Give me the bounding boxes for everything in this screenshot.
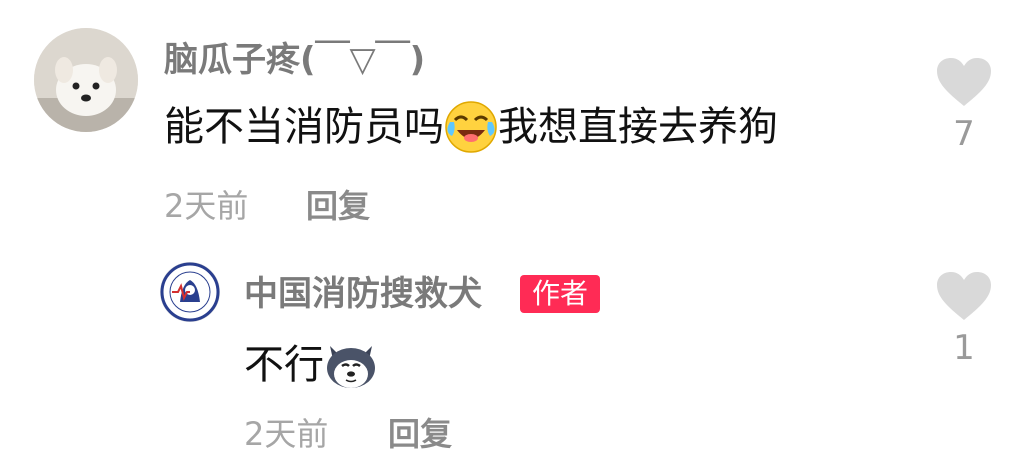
reply-like-count: 1	[953, 328, 975, 368]
husky-emoji-icon	[327, 346, 375, 388]
heart-icon	[937, 272, 991, 320]
reply-text-content: 不行	[244, 342, 324, 388]
reply-time: 2天前	[244, 415, 329, 453]
comment-text-after: 我想直接去养狗	[498, 104, 778, 150]
comment-like-count: 7	[953, 114, 975, 154]
reply-avatar[interactable]	[160, 262, 220, 322]
reply-username[interactable]: 中国消防搜救犬	[244, 274, 482, 314]
comment-time: 2天前	[164, 187, 249, 225]
comment-text: 能不当消防员吗 我想直接去养狗	[164, 100, 778, 154]
crying-laughing-emoji-icon	[445, 101, 497, 153]
comment-reply-button[interactable]: 回复	[306, 186, 370, 226]
reply-text: 不行	[244, 338, 378, 392]
dog-avatar-icon	[34, 28, 138, 132]
reply-like-button[interactable]: 1	[934, 270, 994, 368]
avatar[interactable]	[34, 28, 138, 132]
comment-text-before: 能不当消防员吗	[164, 104, 444, 150]
comment-username[interactable]: 脑瓜子疼(￣▽￣)	[164, 40, 425, 80]
author-badge: 作者	[520, 275, 601, 313]
comment-like-button[interactable]: 7	[934, 56, 994, 154]
fire-rescue-logo-icon	[160, 262, 220, 322]
heart-icon	[937, 58, 991, 106]
reply-reply-button[interactable]: 回复	[388, 414, 452, 454]
